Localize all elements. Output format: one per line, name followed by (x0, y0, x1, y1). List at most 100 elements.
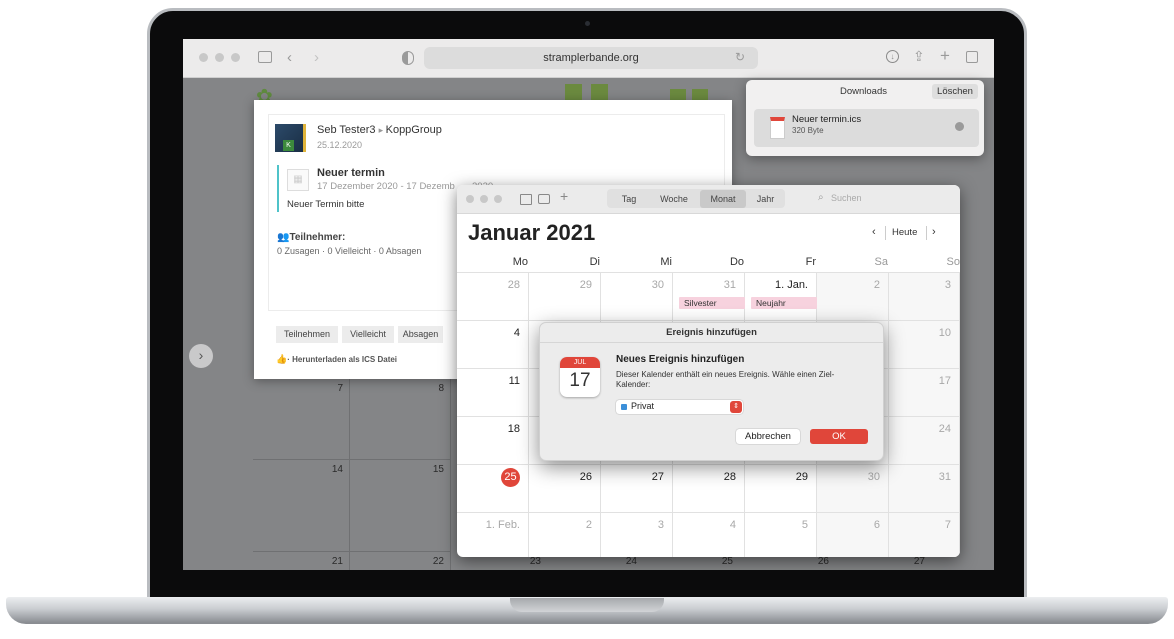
downloads-icon[interactable]: ↓ (886, 50, 899, 63)
dialog-heading: Neues Ereignis hinzufügen (616, 354, 745, 365)
minimize-window-button[interactable] (480, 195, 488, 203)
nav-tile-icon[interactable] (591, 84, 608, 101)
tab-overview-icon[interactable] (966, 51, 978, 63)
nav-tile-icon[interactable] (565, 84, 582, 101)
event-chip[interactable]: Silvester (679, 297, 745, 309)
day-number: 28 (723, 471, 736, 483)
zoom-window-button[interactable] (494, 195, 502, 203)
select-chevron-icon: ⇕ (730, 401, 742, 413)
author-link[interactable]: Seb Tester3 (317, 124, 376, 136)
download-ics-link[interactable]: 👍· Herunterladen als ICS Datei (276, 354, 397, 365)
day-cell[interactable]: 27 (601, 465, 673, 513)
add-event-dialog: Ereignis hinzufügen JUL 17 Neues Ereigni… (539, 322, 884, 461)
calendar-icon-month: JUL (560, 357, 600, 368)
day-cell[interactable]: 2 (529, 513, 601, 557)
day-cell[interactable]: 28 (673, 465, 745, 513)
weekday-header: Sa (874, 256, 888, 268)
day-cell[interactable]: 28 (457, 273, 529, 321)
weekday-header: Do (729, 256, 744, 268)
add-event-icon[interactable]: + (560, 188, 568, 204)
address-bar[interactable]: stramplerbande.org (424, 47, 758, 69)
join-button[interactable]: Teilnehmen (276, 326, 338, 343)
day-cell[interactable]: 24 (889, 417, 960, 465)
day-cell[interactable]: 25 (457, 465, 529, 513)
day-cell[interactable]: 3 (601, 513, 673, 557)
day-cell[interactable]: 29 (529, 273, 601, 321)
sidebar-icon[interactable] (258, 51, 272, 63)
reload-icon[interactable]: ↻ (735, 50, 745, 64)
previous-month-icon[interactable]: ‹ (872, 226, 876, 238)
day-number: 6 (873, 519, 880, 531)
event-title[interactable]: Neuer termin (317, 167, 385, 179)
day-cell[interactable]: 4 (673, 513, 745, 557)
clear-downloads-button[interactable]: Löschen (932, 84, 978, 99)
view-day-tab[interactable]: Tag (607, 190, 651, 208)
close-window-button[interactable] (466, 195, 474, 203)
day-number: 1. Feb. (485, 519, 520, 531)
downloads-title: Downloads (840, 86, 887, 97)
today-button[interactable]: Heute (892, 227, 917, 238)
day-number: 7 (944, 519, 951, 531)
ics-file-icon (770, 117, 785, 139)
view-week-tab[interactable]: Woche (651, 190, 697, 208)
day-number: 2 (585, 519, 592, 531)
day-number: 30 (651, 279, 664, 291)
inbox-icon[interactable] (538, 194, 550, 204)
day-number: 2 (873, 279, 880, 291)
day-cell[interactable]: 31 (889, 465, 960, 513)
search-icon: ⌕ (818, 192, 824, 203)
day-cell[interactable]: 17 (889, 369, 960, 417)
day-cell[interactable]: 6 (817, 513, 889, 557)
day-cell[interactable]: 7 (889, 513, 960, 557)
reveal-in-finder-icon[interactable] (955, 122, 964, 131)
day-cell[interactable]: 4 (457, 321, 529, 369)
maybe-button[interactable]: Vielleicht (342, 326, 394, 343)
privacy-shield-icon[interactable] (402, 51, 414, 65)
view-month-tab[interactable]: Monat (700, 190, 746, 208)
decline-button[interactable]: Absagen (398, 326, 443, 343)
next-month-icon[interactable]: › (932, 226, 936, 238)
share-icon[interactable]: ⇪ (913, 48, 925, 65)
day-number: 11 (508, 375, 520, 387)
search-field[interactable]: ⌕ Suchen (814, 189, 953, 208)
group-link[interactable]: KoppGroup (386, 124, 442, 136)
day-cell[interactable]: 18 (457, 417, 529, 465)
bg-day-number: 21 (331, 556, 343, 567)
cancel-button[interactable]: Abbrechen (736, 429, 800, 444)
download-item[interactable]: Neuer termin.ics 320 Byte (754, 109, 979, 147)
day-number: 17 (938, 375, 951, 387)
day-cell[interactable]: 30 (817, 465, 889, 513)
forward-chevron-icon[interactable]: › (314, 49, 319, 66)
day-cell[interactable]: 10 (889, 321, 960, 369)
zoom-window-button[interactable] (231, 53, 240, 62)
day-number: 31 (723, 279, 736, 291)
day-cell[interactable]: 30 (601, 273, 673, 321)
day-cell[interactable]: 2 (817, 273, 889, 321)
new-tab-icon[interactable]: + (940, 46, 950, 66)
calendar-select[interactable]: Privat ⇕ (616, 400, 743, 414)
view-year-tab[interactable]: Jahr (746, 190, 785, 208)
downloads-popover: Downloads Löschen Neuer termin.ics 320 B… (746, 80, 984, 156)
bg-calendar-cell: 14 (253, 460, 350, 552)
side-toggle-chevron-icon[interactable]: › (189, 344, 213, 368)
day-cell[interactable]: 1. Feb. (457, 513, 529, 557)
bg-calendar-cell: 22 (350, 552, 451, 570)
day-cell[interactable]: 29 (745, 465, 817, 513)
back-chevron-icon[interactable]: ‹ (287, 49, 292, 66)
close-window-button[interactable] (199, 53, 208, 62)
day-cell[interactable]: 11 (457, 369, 529, 417)
day-cell[interactable]: 26 (529, 465, 601, 513)
post-body: Neuer Termin bitte (287, 199, 365, 210)
weekday-header: Di (589, 256, 600, 268)
day-number: 5 (801, 519, 808, 531)
day-number: 29 (795, 471, 808, 483)
day-cell[interactable]: 5 (745, 513, 817, 557)
calendars-list-icon[interactable] (520, 194, 532, 205)
event-chip[interactable]: Neujahr (751, 297, 817, 309)
minimize-window-button[interactable] (215, 53, 224, 62)
ok-button[interactable]: OK (810, 429, 868, 444)
day-number: 29 (579, 279, 592, 291)
day-number: 1. Jan. (774, 279, 808, 291)
calendar-toolbar: + Tag Woche Monat Jahr ⌕ Suchen (457, 185, 960, 214)
day-cell[interactable]: 3 (889, 273, 960, 321)
